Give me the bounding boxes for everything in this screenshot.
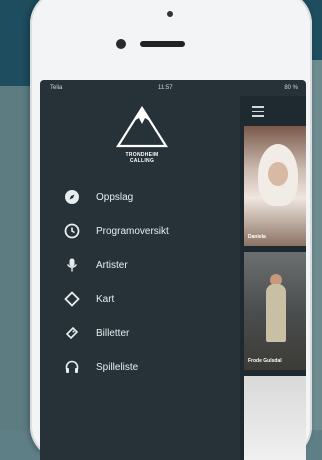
ticket-icon bbox=[64, 325, 80, 341]
app-logo: TRONDHEIM CALLING bbox=[112, 104, 172, 168]
menu-label: Programoversikt bbox=[96, 225, 169, 237]
hamburger-menu-icon[interactable] bbox=[252, 106, 264, 117]
app-screen: Telia 11:57 80 % TRONDHEIM CALLING Oppsl… bbox=[40, 80, 306, 460]
mountain-logo-icon bbox=[116, 105, 168, 148]
menu-item-artister[interactable]: Artister bbox=[40, 248, 240, 282]
location-diamond-icon bbox=[64, 291, 80, 307]
headphones-icon bbox=[64, 359, 80, 375]
artist-photo-body bbox=[266, 284, 286, 342]
artist-card[interactable]: Daniela bbox=[244, 126, 306, 246]
menu-label: Spilleliste bbox=[96, 361, 139, 373]
status-time: 11:57 bbox=[158, 85, 173, 91]
battery-label: 80 % bbox=[284, 85, 298, 91]
phone-frame: Telia 11:57 80 % TRONDHEIM CALLING Oppsl… bbox=[30, 0, 312, 460]
menu-item-billetter[interactable]: Billetter bbox=[40, 316, 240, 350]
phone-camera bbox=[167, 11, 173, 17]
menu-label: Artister bbox=[96, 259, 128, 271]
navigation-drawer: TRONDHEIM CALLING Oppslag Programoversik… bbox=[40, 96, 240, 460]
menu-item-kart[interactable]: Kart bbox=[40, 282, 240, 316]
logo-line-2: CALLING bbox=[129, 158, 155, 164]
artist-photo-face bbox=[268, 162, 288, 186]
menu-label: Oppslag bbox=[96, 191, 134, 203]
clock-icon bbox=[64, 223, 80, 239]
menu-label: Kart bbox=[96, 293, 115, 305]
compass-icon bbox=[64, 189, 80, 205]
artist-card-label: Frode Gulsdal bbox=[248, 358, 282, 364]
menu-item-spilleliste[interactable]: Spilleliste bbox=[40, 350, 240, 384]
artist-card[interactable]: Frode Gulsdal bbox=[244, 252, 306, 370]
status-bar: Telia 11:57 80 % bbox=[40, 80, 306, 96]
artist-card-label: Daniela bbox=[248, 234, 266, 240]
phone-front-camera bbox=[116, 39, 126, 49]
microphone-icon bbox=[64, 257, 80, 273]
phone-speaker bbox=[140, 41, 185, 47]
carrier-label: Telia bbox=[50, 85, 63, 91]
logo-text: TRONDHEIM CALLING bbox=[112, 152, 172, 164]
artist-card[interactable] bbox=[244, 376, 306, 460]
menu-item-oppslag[interactable]: Oppslag bbox=[40, 180, 240, 214]
menu-item-programoversikt[interactable]: Programoversikt bbox=[40, 214, 240, 248]
main-content: Daniela Frode Gulsdal bbox=[240, 96, 306, 460]
menu-label: Billetter bbox=[96, 327, 130, 339]
